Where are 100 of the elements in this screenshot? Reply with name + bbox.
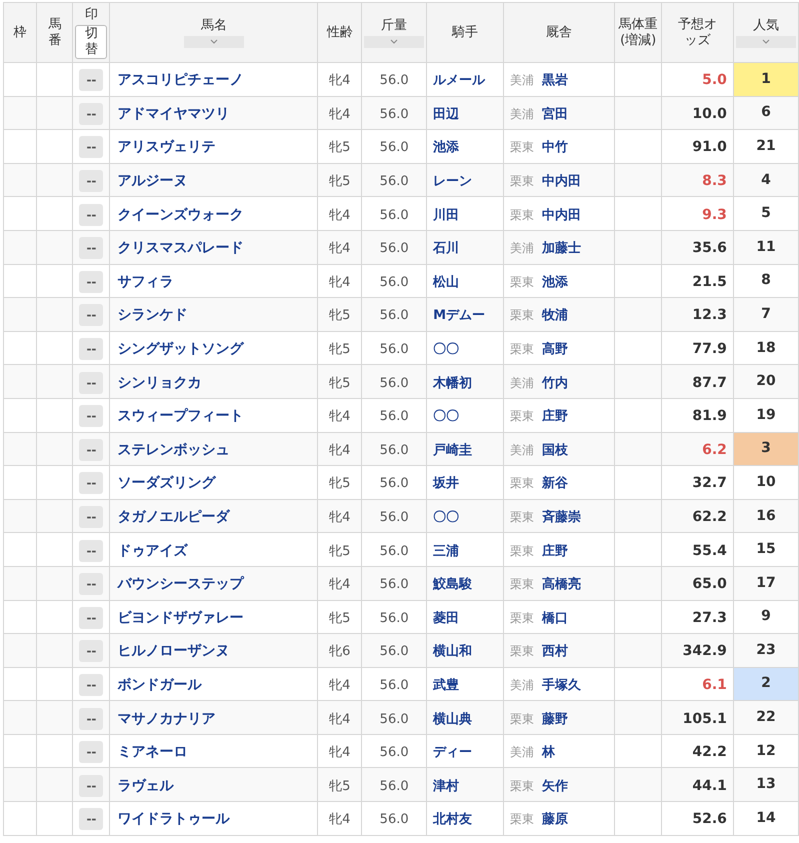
jockey-link[interactable]: 坂井 [433, 476, 460, 492]
horse-name-link[interactable]: ドゥアイズ [117, 542, 188, 559]
horse-name-link[interactable]: アリスヴェリテ [117, 139, 216, 156]
jockey-link[interactable]: 石川 [433, 241, 460, 256]
horse-name-link[interactable]: ソーダズリング [117, 475, 216, 492]
horse-name-link[interactable]: クリスマスパレード [117, 240, 244, 256]
jockey-link[interactable]: 〇〇 [433, 409, 460, 424]
trainer-link[interactable]: 藤野 [542, 712, 568, 727]
jockey-link[interactable]: 鮫島駿 [433, 577, 472, 592]
trainer-link[interactable]: 宮田 [542, 106, 568, 122]
trainer-link[interactable]: 加藤士 [542, 241, 582, 256]
trainer-link[interactable]: 橋口 [542, 610, 568, 626]
toggle-button[interactable]: 切替 [75, 24, 108, 58]
mark-button[interactable]: -- [79, 506, 104, 528]
horse-name-link[interactable]: ボンドガール [117, 676, 202, 693]
jockey-link[interactable]: レーン [433, 174, 472, 190]
trainer-link[interactable]: 竹内 [542, 376, 568, 391]
horse-name-link[interactable]: ビヨンドザヴァレー [117, 610, 244, 626]
jockey-link[interactable]: 横山典 [433, 712, 472, 727]
mark-button[interactable]: -- [79, 573, 104, 596]
mark-button[interactable]: -- [79, 270, 104, 293]
jockey-link[interactable]: 三浦 [433, 544, 460, 559]
horse-name-link[interactable]: アドマイヤマツリ [117, 106, 230, 122]
trainer-link[interactable]: 新谷 [542, 476, 568, 492]
horse-name-link[interactable]: サフィラ [117, 274, 174, 290]
mark-button[interactable]: -- [79, 136, 104, 158]
trainer-link[interactable]: 中内田 [542, 174, 582, 190]
jockey-link[interactable]: 木幡初 [433, 376, 472, 391]
mark-button[interactable]: -- [79, 204, 104, 226]
trainer-link[interactable]: 牧浦 [542, 308, 568, 324]
jockey-link[interactable]: 松山 [433, 274, 460, 290]
horse-name-link[interactable]: マサノカナリア [117, 710, 216, 727]
trainer-link[interactable]: 矢作 [542, 778, 568, 794]
jockey-link[interactable]: 田辺 [433, 106, 460, 122]
mark-button[interactable]: -- [79, 304, 104, 326]
mark-button[interactable]: -- [79, 372, 104, 394]
mark-button[interactable]: -- [79, 438, 104, 461]
trainer-link[interactable]: 庄野 [542, 544, 568, 559]
mark-button[interactable]: -- [79, 808, 104, 830]
trainer-link[interactable]: 池添 [542, 274, 568, 290]
horse-name-link[interactable]: ステレンボッシュ [117, 442, 230, 458]
trainer-link[interactable]: 林 [542, 745, 556, 760]
stable-region: 美浦 [510, 442, 534, 457]
mark-button[interactable]: -- [79, 640, 104, 662]
jockey-link[interactable]: 戸崎圭 [433, 442, 472, 458]
horse-name-link[interactable]: ワイドラトゥール [117, 811, 230, 828]
sort-toggle[interactable] [364, 36, 424, 48]
mark-button[interactable]: -- [79, 674, 104, 696]
mark-button[interactable]: -- [79, 102, 104, 125]
trainer-link[interactable]: 手塚久 [542, 678, 582, 693]
mark-button[interactable]: -- [79, 405, 104, 428]
jockey-link[interactable]: 川田 [433, 208, 460, 223]
horse-name-link[interactable]: タガノエルピーダ [117, 509, 230, 526]
weight-carried: 56.0 [380, 812, 409, 828]
mark-button[interactable]: -- [79, 708, 104, 730]
jockey-link[interactable]: ディー [433, 745, 472, 760]
trainer-link[interactable]: 高野 [542, 342, 568, 358]
trainer-link[interactable]: 庄野 [542, 409, 568, 424]
jockey-link[interactable]: Mデムー [433, 308, 486, 324]
trainer-link[interactable]: 斉藤崇 [542, 510, 582, 526]
mark-button[interactable]: -- [79, 338, 104, 360]
horse-name-link[interactable]: クイーンズウォーク [117, 206, 244, 223]
jockey-link[interactable]: 津村 [433, 778, 460, 794]
jockey-link[interactable]: 武豊 [433, 678, 460, 693]
sex-age: 牝5 [329, 342, 350, 358]
horse-name-link[interactable]: シランケド [117, 307, 188, 324]
column-header: 人気 [752, 18, 779, 34]
jockey-link[interactable]: 〇〇 [433, 342, 460, 358]
trainer-link[interactable]: 中内田 [542, 208, 582, 223]
horse-name-link[interactable]: バウンシーステップ [117, 576, 244, 592]
horse-name-link[interactable]: アルジーヌ [117, 173, 188, 190]
jockey-link[interactable]: 横山和 [433, 644, 472, 660]
jockey-link[interactable]: 〇〇 [433, 510, 460, 526]
horse-name-link[interactable]: ミアネーロ [117, 744, 188, 760]
horse-name-link[interactable]: シンリョクカ [117, 374, 202, 391]
mark-button[interactable]: -- [79, 774, 104, 797]
trainer-link[interactable]: 高橋亮 [542, 577, 582, 592]
horse-name-link[interactable]: スウィープフィート [117, 408, 244, 424]
mark-button[interactable]: -- [79, 237, 104, 260]
jockey-link[interactable]: 菱田 [433, 610, 460, 626]
mark-button[interactable]: -- [79, 540, 104, 562]
trainer-link[interactable]: 中竹 [542, 140, 568, 156]
horse-name-link[interactable]: アスコリピチェーノ [117, 72, 244, 88]
mark-button[interactable]: -- [79, 741, 104, 764]
trainer-link[interactable]: 藤原 [542, 812, 568, 828]
sort-toggle[interactable] [184, 36, 244, 48]
jockey-link[interactable]: ルメール [433, 73, 486, 88]
jockey-link[interactable]: 北村友 [433, 812, 472, 828]
horse-name-link[interactable]: ヒルノローザンヌ [117, 643, 230, 660]
trainer-link[interactable]: 国枝 [542, 442, 568, 458]
mark-button[interactable]: -- [79, 472, 104, 494]
mark-button[interactable]: -- [79, 606, 104, 629]
jockey-link[interactable]: 池添 [433, 140, 460, 156]
mark-button[interactable]: -- [79, 170, 104, 192]
horse-name-link[interactable]: シングザットソング [117, 341, 244, 358]
trainer-link[interactable]: 黒岩 [542, 73, 568, 88]
trainer-link[interactable]: 西村 [542, 644, 568, 660]
horse-name-link[interactable]: ラヴェル [117, 778, 174, 794]
sort-toggle[interactable] [736, 36, 796, 48]
mark-button[interactable]: -- [79, 69, 104, 92]
